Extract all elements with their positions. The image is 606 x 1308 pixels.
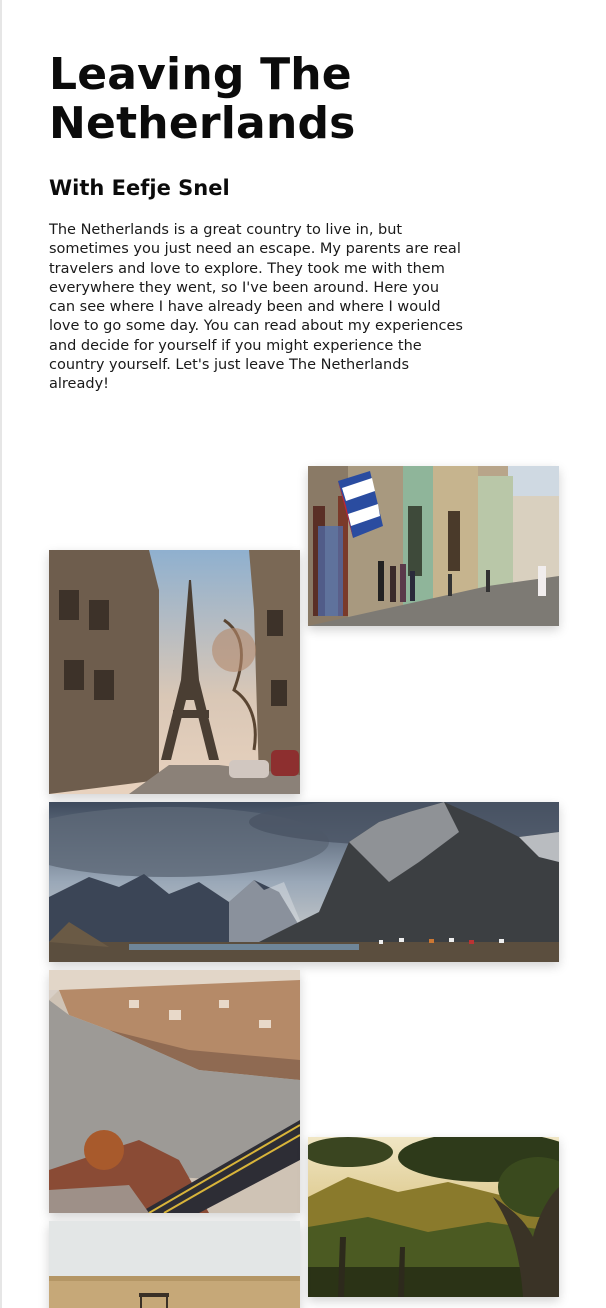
intro-paragraph: The Netherlands is a great country to li… <box>49 222 463 393</box>
photo-havana-street[interactable] <box>308 466 559 626</box>
savanna-image <box>49 1221 300 1308</box>
photo-paris-eiffel-tower[interactable] <box>49 550 300 794</box>
page-left-border <box>0 0 2 1308</box>
photo-forest-tree[interactable] <box>308 1137 559 1297</box>
forest-tree-image <box>308 1137 559 1297</box>
mountain-fjord-image <box>49 802 559 962</box>
photo-savanna[interactable] <box>49 1221 300 1308</box>
paris-eiffel-tower-image <box>49 550 300 794</box>
porto-river-image <box>49 970 300 1213</box>
page-subtitle: With Eefje Snel <box>49 176 230 200</box>
havana-street-image <box>308 466 559 626</box>
photo-porto-river[interactable] <box>49 970 300 1213</box>
page-title: Leaving The Netherlands <box>49 49 356 149</box>
photo-mountains-lofoten[interactable] <box>49 802 559 962</box>
